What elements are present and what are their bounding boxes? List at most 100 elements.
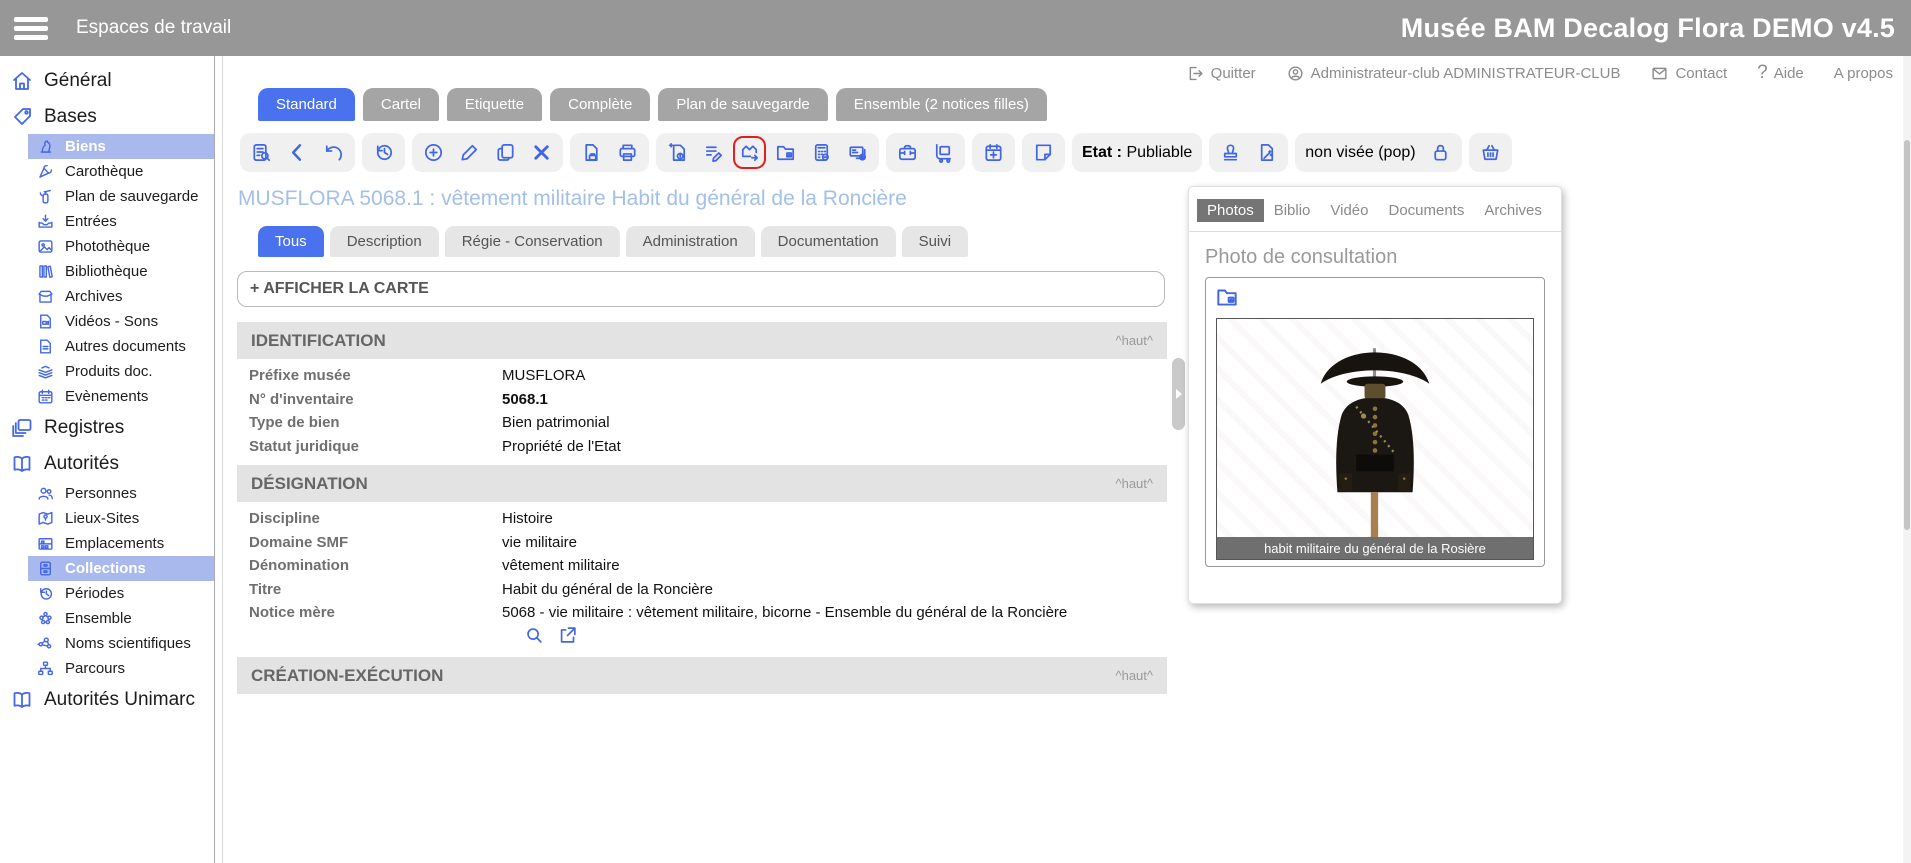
- aide-link[interactable]: ?Aide: [1757, 62, 1804, 84]
- media-folder-button[interactable]: [774, 141, 797, 164]
- field-label: Domaine SMF: [237, 531, 502, 555]
- contact-link[interactable]: Contact: [1650, 64, 1727, 83]
- sidebar-item-phototheque[interactable]: Photothèque: [28, 234, 214, 259]
- printer-icon: [616, 141, 639, 164]
- media-tab-video[interactable]: Vidéo: [1320, 199, 1378, 222]
- sidebar-item-evenements[interactable]: Evènements: [28, 384, 214, 409]
- media-tab-photos[interactable]: Photos: [1197, 199, 1264, 222]
- afficher-la-carte-toggle[interactable]: + AFFICHER LA CARTE: [237, 271, 1165, 307]
- tab-suivi[interactable]: Suivi: [902, 226, 969, 257]
- edit-list-button[interactable]: [702, 141, 725, 164]
- magic-document-button[interactable]: [1255, 141, 1278, 164]
- sidebar-item-ensemble[interactable]: Ensemble: [28, 606, 214, 631]
- tab-plan-de-sauvegarde[interactable]: Plan de sauvegarde: [658, 88, 827, 121]
- sidebar-item-entrees[interactable]: Entrées: [28, 209, 214, 234]
- tab-etiquette[interactable]: Etiquette: [447, 88, 542, 121]
- sidebar-item-autorites[interactable]: Autorités: [0, 447, 214, 481]
- basket-button[interactable]: [1479, 141, 1502, 164]
- sidebar-item-biens[interactable]: Biens: [28, 134, 214, 159]
- user-account-link[interactable]: Administrateur-club ADMINISTRATEUR-CLUB: [1286, 64, 1621, 83]
- field-label: Dénomination: [237, 554, 502, 578]
- sidebar-item-bibliotheque[interactable]: Bibliothèque: [28, 259, 214, 284]
- panel-collapse-handle[interactable]: [1172, 358, 1185, 430]
- sidebar-item-personnes[interactable]: Personnes: [28, 481, 214, 506]
- sidebar-item-noms-scientifiques[interactable]: Noms scientifiques: [28, 631, 214, 656]
- duplicate-button[interactable]: [494, 141, 517, 164]
- haut-link[interactable]: ^haut^: [1115, 668, 1153, 683]
- record-toolbar: Etat : Publiable non visée (pop): [240, 133, 1512, 172]
- application-window: Espaces de travail Musée BAM Decalog Flo…: [0, 0, 1911, 863]
- scrollbar-thumb[interactable]: [1904, 140, 1910, 530]
- hamburger-menu-icon[interactable]: [14, 17, 48, 40]
- attach-document-button[interactable]: [666, 141, 689, 164]
- open-record-icon[interactable]: [557, 624, 579, 646]
- tab-standard[interactable]: Standard: [258, 88, 355, 121]
- previous-button[interactable]: [286, 141, 309, 164]
- browse-photos-button[interactable]: [1214, 284, 1240, 315]
- search-list-button[interactable]: [250, 141, 273, 164]
- print-record-button[interactable]: [580, 141, 603, 164]
- stamp-button[interactable]: [1219, 141, 1242, 164]
- edit-button[interactable]: [458, 141, 481, 164]
- quitter-link[interactable]: Quitter: [1186, 64, 1256, 83]
- consultation-photo[interactable]: habit militaire du général de la Rosière: [1216, 318, 1534, 560]
- printer-button[interactable]: [616, 141, 639, 164]
- tab-ensemble-notices[interactable]: Ensemble (2 notices filles): [836, 88, 1047, 121]
- sidebar-item-label: Archives: [65, 288, 123, 305]
- haut-link[interactable]: ^haut^: [1115, 333, 1153, 348]
- return-button[interactable]: [322, 141, 345, 164]
- sidebar-item-general[interactable]: Général: [0, 64, 214, 98]
- media-tab-archives[interactable]: Archives: [1474, 199, 1552, 222]
- document-paperclip-icon: [666, 141, 689, 164]
- media-tab-documents[interactable]: Documents: [1378, 199, 1474, 222]
- add-button[interactable]: [422, 141, 445, 164]
- tab-description[interactable]: Description: [330, 226, 439, 257]
- tab-regie-conservation[interactable]: Régie - Conservation: [445, 226, 620, 257]
- delete-button[interactable]: [530, 141, 553, 164]
- toolbox-button[interactable]: [896, 141, 919, 164]
- tab-cartel[interactable]: Cartel: [363, 88, 439, 121]
- sidebar-item-lieux-sites[interactable]: Lieux-Sites: [28, 506, 214, 531]
- sidebar-item-videos-sons[interactable]: Vidéos - Sons: [28, 309, 214, 334]
- sidebar-item-carotheque[interactable]: Carothèque: [28, 159, 214, 184]
- toolbar-group-stamp: [1209, 133, 1288, 172]
- valuation-button[interactable]: [810, 141, 833, 164]
- sidebar-item-label: Entrées: [65, 213, 117, 230]
- tag-icon: [10, 105, 34, 129]
- history-button[interactable]: [372, 141, 395, 164]
- haut-link[interactable]: ^haut^: [1115, 476, 1153, 491]
- field-value: 5068.1: [502, 388, 548, 412]
- search-icon[interactable]: [523, 624, 545, 646]
- question-icon: ?: [1757, 62, 1768, 84]
- sidebar-item-archives[interactable]: Archives: [28, 284, 214, 309]
- tab-documentation[interactable]: Documentation: [761, 226, 896, 257]
- sidebar-item-collections[interactable]: Collections: [28, 556, 214, 581]
- a-propos-link[interactable]: A propos: [1834, 65, 1893, 82]
- add-event-button[interactable]: [982, 141, 1005, 164]
- calendar-plus-icon: [982, 141, 1005, 164]
- sidebar-item-parcours[interactable]: Parcours: [28, 656, 214, 681]
- sidebar-item-autorites-unimarc[interactable]: Autorités Unimarc: [0, 683, 214, 717]
- tab-administration[interactable]: Administration: [626, 226, 755, 257]
- sidebar-item-label: Périodes: [65, 585, 124, 602]
- page-scrollbar[interactable]: [1903, 56, 1911, 863]
- lock-button[interactable]: [1429, 141, 1452, 164]
- add-card-button[interactable]: [846, 141, 869, 164]
- sidebar-item-bases[interactable]: Bases: [0, 100, 214, 134]
- sidebar-item-periodes[interactable]: Périodes: [28, 581, 214, 606]
- movement-trolley-button[interactable]: [932, 141, 955, 164]
- document-wand-icon: [1255, 141, 1278, 164]
- note-button[interactable]: [1032, 141, 1055, 164]
- logout-icon: [1186, 64, 1205, 83]
- media-panel: Photos Biblio Vidéo Documents Archives P…: [1188, 186, 1562, 604]
- sidebar-item-autres-documents[interactable]: Autres documents: [28, 334, 214, 359]
- movement-box-button[interactable]: [738, 141, 761, 164]
- tab-complete[interactable]: Complète: [550, 88, 650, 121]
- history-clock-icon: [36, 584, 55, 603]
- sidebar-item-emplacements[interactable]: Emplacements: [28, 531, 214, 556]
- tab-tous[interactable]: Tous: [258, 226, 324, 257]
- media-tab-biblio[interactable]: Biblio: [1264, 199, 1321, 222]
- sidebar-item-plan-sauvegarde[interactable]: Plan de sauvegarde: [28, 184, 214, 209]
- sidebar-item-registres[interactable]: Registres: [0, 411, 214, 445]
- sidebar-item-produits-doc[interactable]: Produits doc.: [28, 359, 214, 384]
